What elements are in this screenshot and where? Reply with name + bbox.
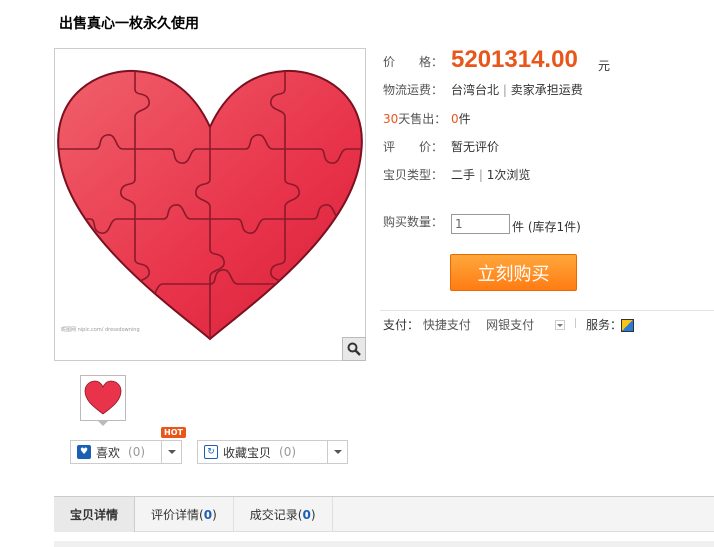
quantity-label: 购买数量：: [383, 215, 444, 229]
favorite-button[interactable]: ↻ 收藏宝贝 (0): [197, 440, 348, 464]
like-label: 喜欢: [96, 445, 121, 460]
shipping-separator: |: [502, 83, 507, 97]
chevron-down-icon: [167, 450, 176, 454]
detail-tabs: 宝贝详情 评价详情(0) 成交记录(0): [54, 496, 714, 532]
type-value: 二手: [451, 168, 476, 182]
rating-value[interactable]: 暂无评价: [451, 138, 499, 155]
type-label: 宝贝类型：: [383, 168, 444, 182]
favorite-dropdown[interactable]: [327, 441, 347, 463]
content-area-top: [54, 541, 714, 547]
pay-option-bank[interactable]: 网银支付: [486, 318, 534, 332]
tab-count: 0: [203, 507, 213, 522]
image-watermark: 昵图网 nipic.com/ dressdowning: [61, 327, 140, 333]
magnifier-icon: [347, 342, 361, 356]
like-count: (0): [128, 445, 146, 459]
price-label: 价 格：: [383, 55, 444, 69]
pay-option-quick[interactable]: 快捷支付: [423, 318, 471, 332]
tab-label: 宝贝详情: [70, 508, 119, 522]
favorite-label: 收藏宝贝: [223, 445, 272, 460]
chevron-down-icon: [557, 323, 563, 327]
tab-transactions[interactable]: 成交记录(0): [234, 497, 333, 532]
service-label: 服务：: [586, 318, 623, 332]
main-product-image[interactable]: 昵图网 nipic.com/ dressdowning: [54, 48, 366, 361]
thumbnail-image[interactable]: [80, 375, 126, 421]
service-badge-icon[interactable]: [621, 319, 634, 332]
type-separator: |: [478, 168, 483, 182]
zoom-button[interactable]: [342, 337, 366, 361]
sold-info: 0件: [451, 110, 471, 127]
sold-count: 0: [451, 112, 459, 126]
like-dropdown[interactable]: [161, 441, 181, 463]
heart-icon: ♥: [77, 445, 91, 459]
shipping-location: 台湾台北: [451, 83, 500, 97]
tab-label: 评价详情: [151, 508, 200, 522]
like-button[interactable]: ♥ 喜欢 (0): [70, 440, 182, 464]
payment-row: 支付： 快捷支付 网银支付: [383, 316, 534, 333]
tab-reviews[interactable]: 评价详情(0): [135, 497, 234, 532]
tab-label: 成交记录: [249, 508, 298, 522]
sold-unit: 件: [458, 112, 471, 126]
shipping-info: 台湾台北 | 卖家承担运费: [451, 81, 583, 98]
shipping-label: 物流运费：: [383, 83, 444, 97]
payment-dropdown[interactable]: [555, 320, 565, 330]
thumbnail-pointer: [98, 421, 108, 426]
sold-label-text: 天售出：: [398, 112, 447, 126]
vertical-divider: [575, 318, 576, 328]
hot-badge: HOT: [161, 427, 186, 438]
price-unit: 元: [598, 59, 611, 73]
heart-thumbnail-icon: [84, 380, 122, 415]
puzzle-heart-image: [57, 69, 363, 341]
quantity-input[interactable]: [451, 214, 510, 234]
item-title: 出售真心一枚永久使用: [59, 16, 199, 32]
pay-label: 支付：: [383, 318, 420, 332]
bookmark-icon: ↻: [204, 445, 218, 459]
shipping-text: 卖家承担运费: [510, 83, 583, 97]
price-value: 5201314.00: [451, 46, 578, 73]
divider: [380, 310, 714, 311]
sold-label: 30天售出：: [383, 110, 446, 127]
favorite-count: (0): [279, 445, 297, 459]
type-info: 二手 | 1次浏览: [451, 166, 530, 183]
tab-item-details[interactable]: 宝贝详情: [54, 497, 136, 532]
buy-now-button[interactable]: 立刻购买: [450, 254, 577, 291]
tab-count: 0: [302, 507, 311, 522]
rating-label: 评 价：: [383, 140, 444, 154]
sold-days: 30: [383, 112, 399, 126]
views-count: 1次浏览: [486, 168, 531, 182]
stock-text: 件 (库存1件): [512, 220, 581, 234]
chevron-down-icon: [333, 450, 342, 454]
